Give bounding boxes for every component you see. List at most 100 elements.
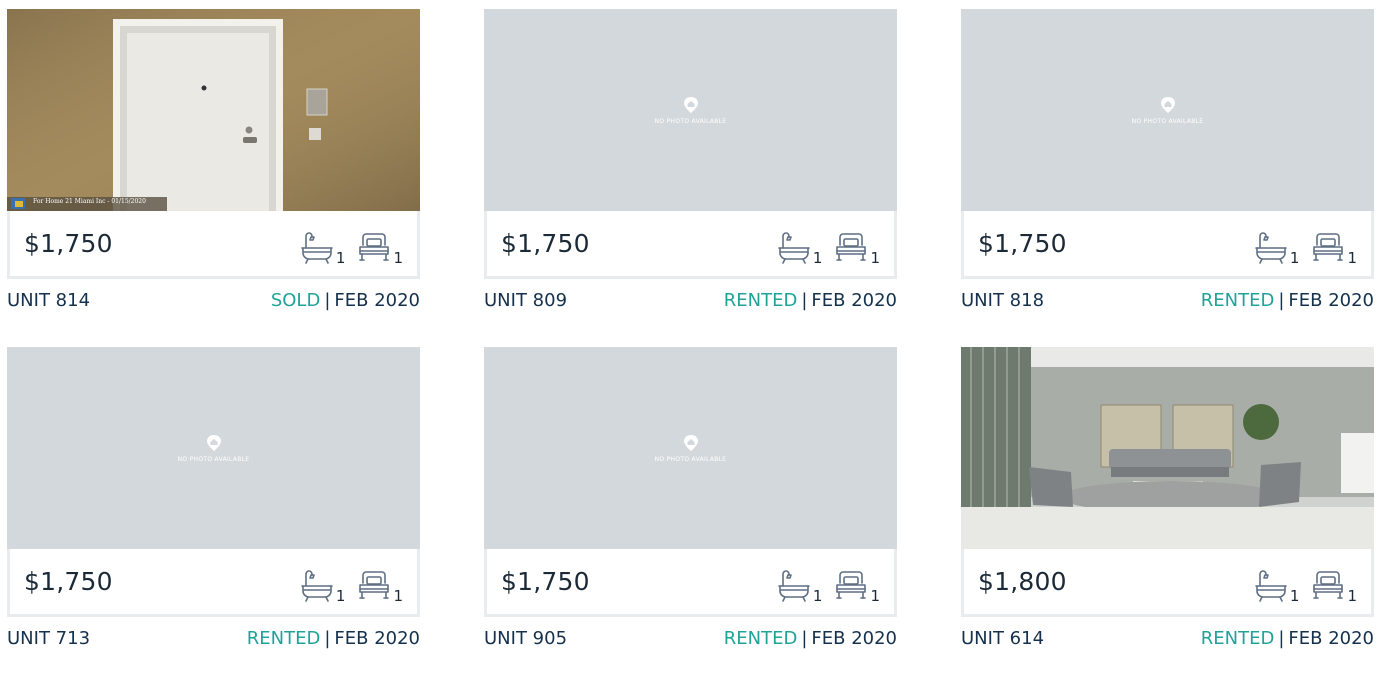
unit-label[interactable]: UNIT 818 [961,290,1044,311]
listing-date: FEB 2020 [1288,290,1374,311]
bed-feature: 1 [1311,569,1357,605]
status-line: RENTED | FEB 2020 [1201,290,1374,311]
listing-date: FEB 2020 [811,628,897,649]
listing-price: $1,750 [24,229,113,258]
listing-meta: UNIT 905 RENTED | FEB 2020 [484,628,897,649]
no-photo-placeholder: NO PHOTO AVAILABLE [484,347,897,549]
bed-count: 1 [393,248,403,267]
bed-icon [1313,570,1344,599]
bathtub-icon [1255,231,1287,264]
bath-count: 1 [335,586,346,605]
status-badge: RENTED [1200,628,1275,649]
bath-count: 1 [812,248,823,267]
bathtub-icon [301,231,333,264]
bath-feature: 1 [1254,569,1300,605]
bed-icon [1313,232,1344,261]
listing-info: $1,750 1 1 [484,549,897,617]
separator: | [1278,628,1285,649]
bed-icon [836,232,867,261]
listing-features: 1 1 [300,223,403,267]
unit-label[interactable]: UNIT 713 [7,628,90,649]
listing-card[interactable]: NO PHOTO AVAILABLE $1,750 1 [484,9,897,311]
listing-card[interactable]: NO PHOTO AVAILABLE $1,750 1 [7,347,420,649]
bed-icon [836,570,867,599]
listing-info: $1,750 1 1 [961,211,1374,279]
separator: | [1278,290,1285,311]
listings-grid: For Home 21 Miami Inc - 01/15/2020 $1,75… [7,9,1374,649]
bed-count: 1 [1347,586,1357,605]
bed-count: 1 [393,586,403,605]
no-photo-placeholder: NO PHOTO AVAILABLE [484,9,897,211]
listing-photo[interactable]: NO PHOTO AVAILABLE [961,9,1374,211]
unit-label[interactable]: UNIT 809 [484,290,567,311]
bed-feature: 1 [834,569,880,605]
listing-meta: UNIT 614 RENTED | FEB 2020 [961,628,1374,649]
bath-count: 1 [812,586,823,605]
listing-features: 1 1 [300,561,403,605]
listing-info: $1,750 1 1 [7,211,420,279]
bathtub-icon [1255,569,1287,602]
listing-photo[interactable]: NO PHOTO AVAILABLE [484,347,897,549]
bath-feature: 1 [300,231,346,267]
status-badge: RENTED [723,628,798,649]
status-badge: RENTED [1200,290,1275,311]
bathtub-icon [778,569,810,602]
no-photo-label: NO PHOTO AVAILABLE [1131,117,1204,125]
listing-meta: UNIT 818 RENTED | FEB 2020 [961,290,1374,311]
bathtub-icon [301,569,333,602]
status-badge: RENTED [723,290,798,311]
listing-price: $1,800 [978,567,1067,596]
no-photo-placeholder: NO PHOTO AVAILABLE [961,9,1374,211]
listing-info: $1,750 1 1 [484,211,897,279]
separator: | [801,290,808,311]
no-photo-label: NO PHOTO AVAILABLE [177,455,250,463]
listing-meta: UNIT 713 RENTED | FEB 2020 [7,628,420,649]
listing-photo[interactable]: NO PHOTO AVAILABLE [484,9,897,211]
listing-date: FEB 2020 [334,628,420,649]
listing-photo[interactable] [961,347,1374,549]
listing-info: $1,750 1 1 [7,549,420,617]
house-pin-icon [206,434,221,451]
status-line: RENTED | FEB 2020 [724,628,897,649]
photo-caption: For Home 21 Miami Inc - 01/15/2020 [33,198,146,205]
listing-features: 1 1 [777,223,880,267]
house-pin-icon [1160,96,1175,113]
bath-feature: 1 [300,569,346,605]
listing-features: 1 1 [777,561,880,605]
status-badge: RENTED [246,628,321,649]
status-badge: SOLD [270,290,321,311]
listing-card[interactable]: For Home 21 Miami Inc - 01/15/2020 $1,75… [7,9,420,311]
bed-count: 1 [870,586,880,605]
separator: | [324,290,331,311]
bath-count: 1 [335,248,346,267]
listing-price: $1,750 [501,567,590,596]
status-line: SOLD | FEB 2020 [271,290,420,311]
bath-feature: 1 [777,231,823,267]
bathtub-icon [778,231,810,264]
listing-card[interactable]: NO PHOTO AVAILABLE $1,750 1 [961,9,1374,311]
bed-feature: 1 [357,569,403,605]
bed-feature: 1 [357,231,403,267]
listing-card[interactable]: NO PHOTO AVAILABLE $1,750 1 [484,347,897,649]
no-photo-placeholder: NO PHOTO AVAILABLE [7,347,420,549]
listing-price: $1,750 [978,229,1067,258]
no-photo-label: NO PHOTO AVAILABLE [654,455,727,463]
separator: | [324,628,331,649]
unit-label[interactable]: UNIT 814 [7,290,90,311]
listing-date: FEB 2020 [811,290,897,311]
listing-photo[interactable]: For Home 21 Miami Inc - 01/15/2020 [7,9,420,211]
listing-card[interactable]: $1,800 1 1 UNIT 614 RENTED | FEB 2020 [961,347,1374,649]
bed-count: 1 [1347,248,1357,267]
bed-count: 1 [870,248,880,267]
listing-date: FEB 2020 [1288,628,1374,649]
unit-label[interactable]: UNIT 905 [484,628,567,649]
listing-features: 1 1 [1254,561,1357,605]
listing-photo[interactable]: NO PHOTO AVAILABLE [7,347,420,549]
status-line: RENTED | FEB 2020 [724,290,897,311]
door-photo-image [7,9,420,211]
bath-count: 1 [1289,586,1300,605]
house-pin-icon [683,96,698,113]
separator: | [801,628,808,649]
unit-label[interactable]: UNIT 614 [961,628,1044,649]
lounge-photo-image [961,347,1374,549]
